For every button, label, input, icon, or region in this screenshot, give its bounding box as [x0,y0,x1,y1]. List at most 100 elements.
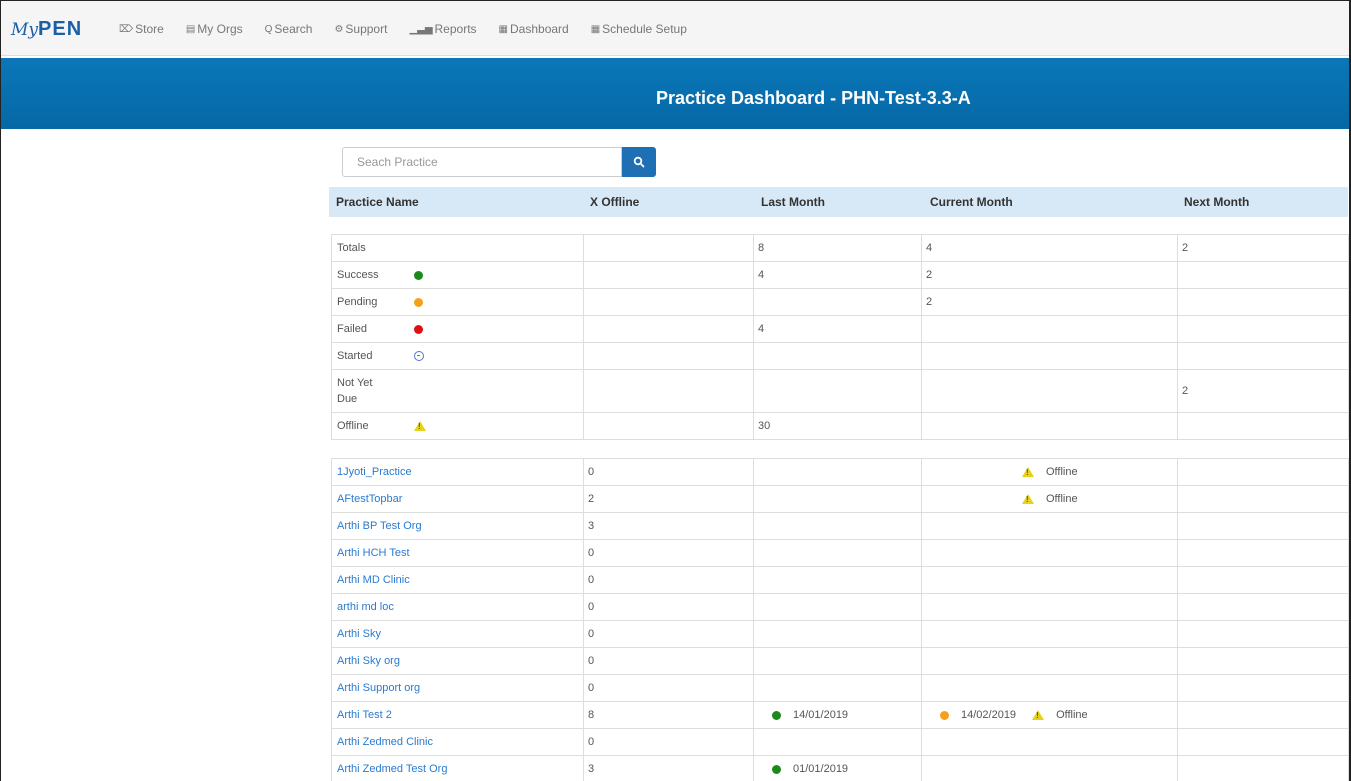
last-month-cell [753,539,922,567]
offline-label: Offline [1046,493,1078,505]
summary-label-cell: Pending [331,288,584,316]
practice-link[interactable]: Arthi Zedmed Test Org [337,763,447,775]
nav-item-reports[interactable]: ▁▃▅ Reports [409,22,476,36]
summary-next-cell [1177,261,1349,289]
nav-item-search[interactable]: Q Search [265,22,313,36]
warning-icon [1022,467,1034,477]
practice-name-cell: Arthi Support org [331,674,584,702]
x-offline-cell: 3 [583,755,754,781]
practice-link[interactable]: Arthi BP Test Org [337,520,422,532]
practice-link[interactable]: Arthi Support org [337,682,420,694]
summary-offline-cell [583,342,754,370]
nav-item-dashboard[interactable]: ▦ Dashboard [499,22,569,36]
summary-label: Not Yet Due [337,377,373,405]
page-title: Practice Dashboard - PHN-Test-3.3-A [656,88,971,108]
summary-label: Success [337,269,379,281]
summary-last-cell [753,369,922,413]
search-icon [633,156,645,168]
practice-name-cell: Arthi Zedmed Clinic [331,728,584,756]
success-dot-icon [414,270,423,280]
current-month-cell [921,512,1178,540]
x-offline-cell: 0 [583,539,754,567]
practice-link[interactable]: Arthi MD Clinic [337,574,410,586]
app-window: MyPEN ⌦ Store ▤ My Orgs Q Search ⚙ Support ▁▃▅ Re… [0,0,1351,781]
last-month-cell [753,485,922,513]
nav-item-my-orgs[interactable]: ▤ My Orgs [186,22,243,36]
nav-item-label: Reports [434,22,477,36]
warning-icon [1022,494,1034,504]
offline-label: Offline [1056,709,1088,721]
nav-item-store[interactable]: ⌦ Store [119,22,164,36]
current-month-cell [921,647,1178,675]
summary-label: Pending [337,296,378,308]
success-dot-icon [772,710,781,720]
practice-link[interactable]: Arthi HCH Test [337,547,410,559]
col-x-offline[interactable]: X Offline [590,195,639,209]
next-month-cell [1177,539,1349,567]
summary-last-cell: 4 [753,261,922,289]
table-header-row: Practice Name X Offline Last Month Curre… [329,187,1348,217]
x-offline-cell: 8 [583,701,754,729]
summary-current-cell: 4 [921,234,1178,262]
practice-link[interactable]: Arthi Zedmed Clinic [337,736,433,748]
search-input[interactable] [342,147,622,177]
x-offline-cell: 0 [583,593,754,621]
summary-offline-cell [583,369,754,413]
col-last-month[interactable]: Last Month [761,195,825,209]
nav-item-schedule-setup[interactable]: ▦ Schedule Setup [591,22,687,36]
col-current-month[interactable]: Current Month [930,195,1013,209]
table-row: Arthi Support org 0 [331,674,1349,702]
brand-logo[interactable]: MyPEN [11,18,82,40]
practice-link[interactable]: Arthi Sky org [337,655,400,667]
summary-next-cell [1177,315,1349,343]
table-row: arthi md loc 0 [331,593,1349,621]
practice-link[interactable]: AFtestTopbar [337,493,402,505]
search-button[interactable] [622,147,656,177]
nav-item-label: Store [135,22,164,36]
x-offline-cell: 0 [583,647,754,675]
document-icon: ▤ [185,23,196,35]
practice-name-cell: Arthi BP Test Org [331,512,584,540]
summary-label-cell: Success [331,261,584,289]
summary-last-cell: 8 [753,234,922,262]
last-month-cell [753,512,922,540]
summary-current-cell [921,342,1178,370]
next-month-cell [1177,728,1349,756]
next-month-cell [1177,566,1349,594]
table-row: 1Jyoti_Practice 0 Offline [331,458,1349,486]
x-offline-cell: 0 [583,728,754,756]
col-practice-name[interactable]: Practice Name [336,195,419,209]
practice-link[interactable]: Arthi Test 2 [337,709,392,721]
summary-row: Offline 30 [331,412,1349,440]
current-month-cell [921,755,1178,781]
table-row: Arthi Test 2 8 14/01/2019 14/02/2019 Offline [331,701,1349,729]
brand-my: My [11,20,39,40]
practice-name-cell: Arthi MD Clinic [331,566,584,594]
page-header-band: Practice Dashboard - PHN-Test-3.3-A [1,58,1349,129]
nav-item-support[interactable]: ⚙ Support [334,22,387,36]
success-dot-icon [772,764,781,774]
summary-last-cell: 4 [753,315,922,343]
summary-label: Offline [337,420,369,432]
table-row: Arthi BP Test Org 3 [331,512,1349,540]
last-month-cell [753,593,922,621]
next-month-cell [1177,458,1349,486]
last-month-cell [753,620,922,648]
next-month-cell [1177,593,1349,621]
warning-icon [414,421,426,431]
last-month-cell [753,647,922,675]
practice-link[interactable]: arthi md loc [337,601,394,613]
practice-link[interactable]: 1Jyoti_Practice [337,466,412,478]
nav-item-label: Search [274,22,313,36]
nav-menu: ⌦ Store ▤ My Orgs Q Search ⚙ Support ▁▃▅ Reports ▦… [119,22,709,36]
summary-offline-cell [583,315,754,343]
table-row: Arthi MD Clinic 0 [331,566,1349,594]
summary-next-cell: 2 [1177,369,1349,413]
current-month-cell [921,566,1178,594]
col-next-month[interactable]: Next Month [1184,195,1249,209]
table-row: Arthi Zedmed Test Org 3 01/01/2019 [331,755,1349,781]
summary-offline-cell [583,234,754,262]
next-month-cell [1177,485,1349,513]
current-month-cell [921,674,1178,702]
practice-link[interactable]: Arthi Sky [337,628,381,640]
